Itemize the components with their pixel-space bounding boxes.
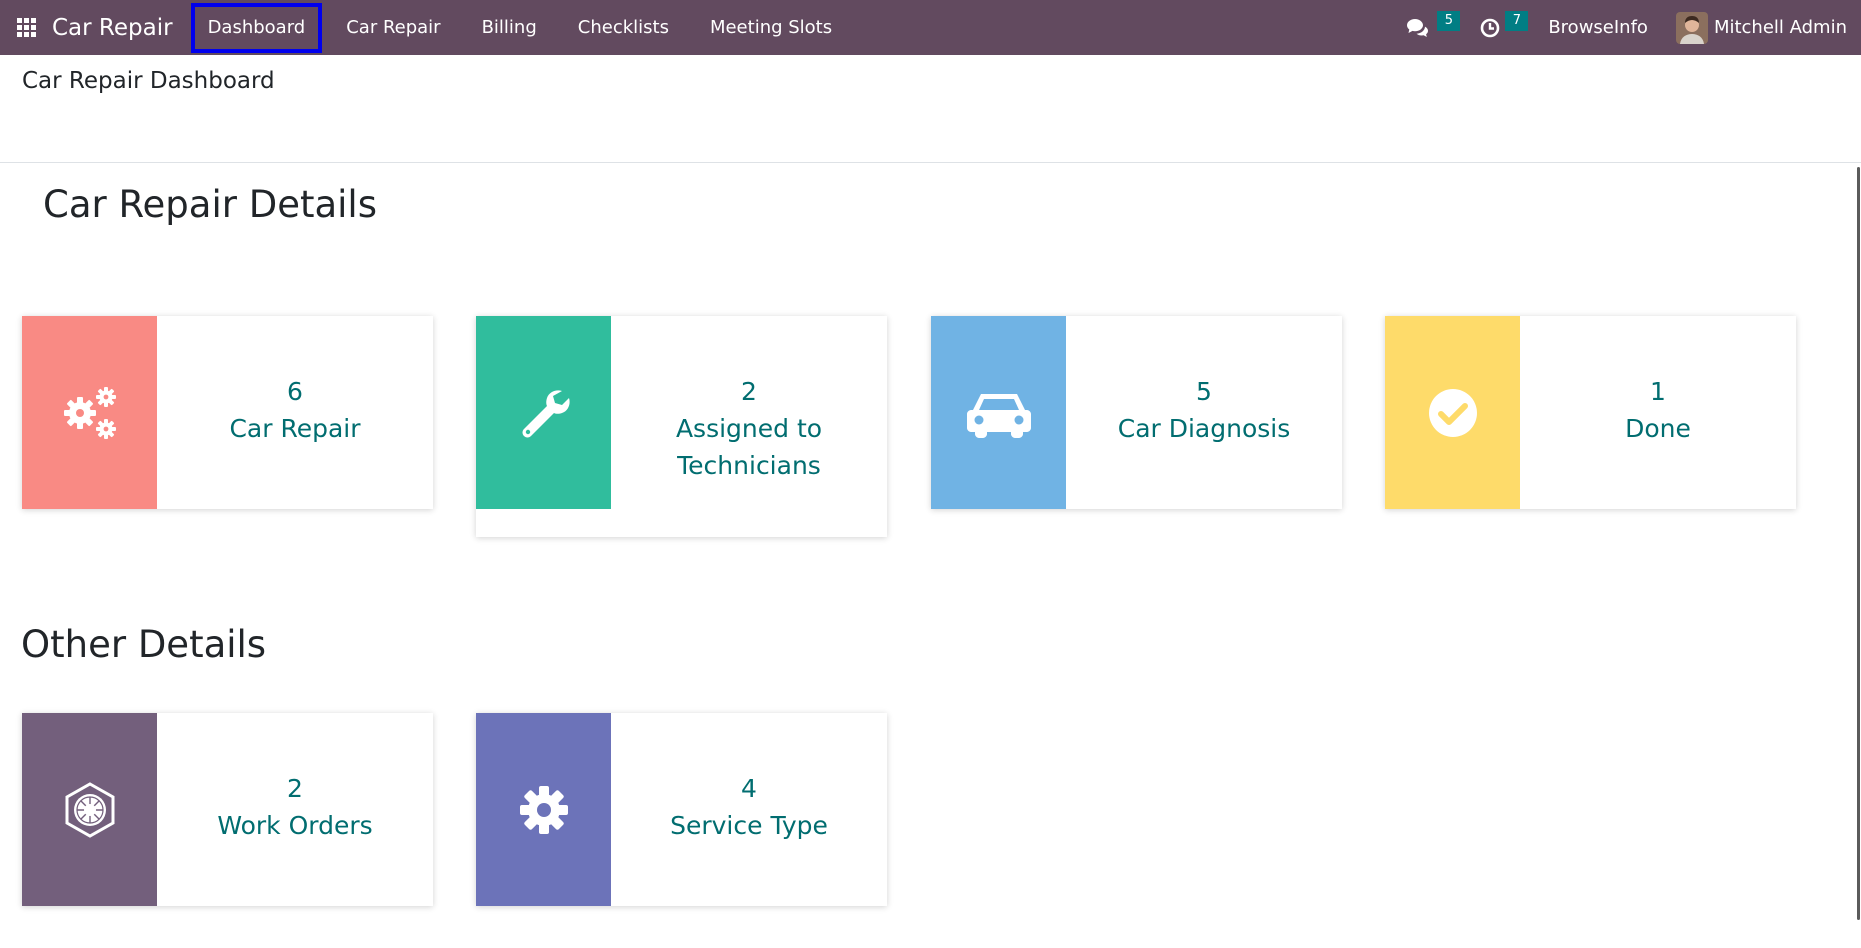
tile-icon-box [476,713,611,906]
menu-car-repair[interactable]: Car Repair [329,3,457,53]
tile-icon-box [22,316,157,509]
cog-icon [519,785,568,834]
wrench-icon [522,389,570,437]
car-icon [966,393,1031,438]
tile-count: 1 [1650,377,1666,406]
section-heading-other: Other Details [21,623,267,666]
menu-meeting-slots[interactable]: Meeting Slots [693,3,849,53]
tile-label: Car Repair [229,414,361,443]
systray: 5 7 BrowseInfo Mitchell Admin [1388,0,1861,55]
messages-button[interactable]: 5 [1388,0,1462,55]
empire-icon [65,781,114,838]
tile-body: 6 Car Repair [157,316,433,509]
apps-menu-icon[interactable] [0,0,52,55]
tile-body: 2 Assigned to Technicians [611,316,887,537]
menu-checklists[interactable]: Checklists [561,3,686,53]
tile-icon-box [476,316,611,509]
tile-count: 6 [287,377,303,406]
menu-dashboard[interactable]: Dashboard [190,2,323,53]
activities-button[interactable]: 7 [1462,0,1530,55]
tile-label: Work Orders [217,811,373,840]
tile-body: 2 Work Orders [157,713,433,906]
tile-done[interactable]: 1 Done [1385,316,1796,509]
gears-icon [63,386,116,439]
tile-count: 4 [741,774,757,803]
tile-body: 1 Done [1520,316,1796,509]
tile-car-diagnosis[interactable]: 5 Car Diagnosis [931,316,1342,509]
messages-count-badge: 5 [1437,11,1461,31]
tile-count: 5 [1196,377,1212,406]
tile-label: Car Diagnosis [1117,414,1291,443]
user-name: Mitchell Admin [1713,17,1847,38]
tile-icon-box [22,713,157,906]
tile-assigned-to-technicians[interactable]: 2 Assigned to Technicians [476,316,887,537]
tile-body: 4 Service Type [611,713,887,906]
app-brand[interactable]: Car Repair [52,15,173,41]
tile-label: Service Type [670,811,828,840]
section-heading-details: Car Repair Details [43,183,377,226]
activities-count-badge: 7 [1505,11,1529,31]
tile-service-type[interactable]: 4 Service Type [476,713,887,906]
page-title: Car Repair Dashboard [22,68,275,94]
user-menu[interactable]: Mitchell Admin [1666,0,1861,55]
tile-body: 5 Car Diagnosis [1066,316,1342,509]
vertical-scrollbar[interactable] [1857,167,1860,920]
company-switcher[interactable]: BrowseInfo [1530,0,1666,55]
chat-bubbles-icon [1407,18,1429,37]
control-panel: Car Repair Dashboard [0,55,1861,163]
clock-icon [1481,18,1500,37]
tile-count: 2 [287,774,303,803]
main-navbar: Car Repair Dashboard Car Repair Billing … [0,0,1861,55]
menu-billing[interactable]: Billing [465,3,554,53]
tile-label: Assigned to Technicians [675,414,823,480]
check-circle-icon [1428,388,1477,437]
tile-icon-box [1385,316,1520,509]
tile-icon-box [931,316,1066,509]
tile-label: Done [1625,414,1691,443]
tile-car-repair[interactable]: 6 Car Repair [22,316,433,509]
user-avatar [1675,11,1708,44]
tile-count: 2 [741,377,757,406]
tile-work-orders[interactable]: 2 Work Orders [22,713,433,906]
